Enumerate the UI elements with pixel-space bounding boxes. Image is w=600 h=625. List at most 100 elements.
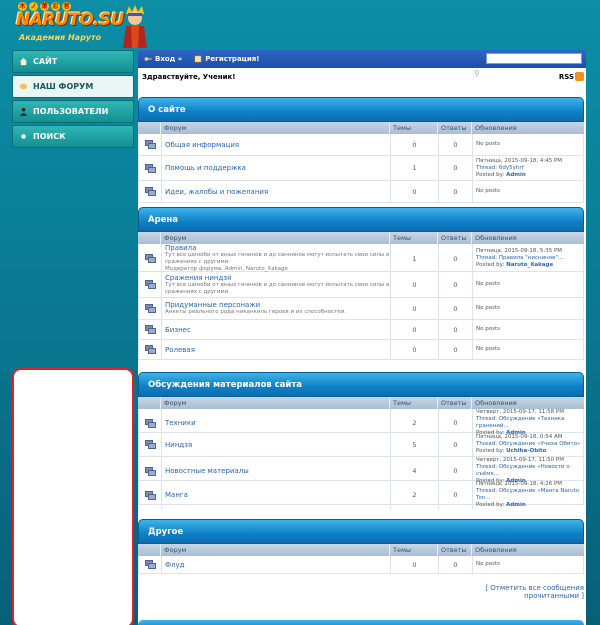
forum-status-icon [144, 466, 156, 476]
column-replies: Ответы [437, 544, 471, 556]
forum-category: Другое Форум Темы Ответы Обновления Флуд… [138, 519, 584, 574]
last-post-info: Пятница, 2015-09-18, 4:45 PM Thread: 6dy… [472, 156, 585, 180]
replies-count: 0 [438, 134, 472, 155]
forum-row: Бизнес 0 0 No posts [138, 320, 584, 340]
topics-count: 0 [390, 340, 438, 359]
forum-link[interactable]: Придуманные персонажи [165, 301, 390, 309]
topics-count: 0 [390, 298, 438, 319]
no-posts-text: No posts [476, 188, 500, 194]
search-input[interactable] [486, 53, 582, 64]
rss-icon[interactable] [575, 72, 584, 81]
topics-count: 0 [390, 556, 438, 573]
last-post-date: Пятница, 2015-09-18, 4:26 PM [476, 481, 563, 487]
forum-status-icon [144, 163, 156, 173]
search-icon [21, 134, 26, 139]
column-headers: Форум Темы Ответы Обновления [138, 397, 584, 409]
last-post-thread[interactable]: Thread: 6dy5yhrf [476, 165, 585, 172]
replies-count: 0 [438, 244, 472, 273]
last-post-info: Пятница, 2015-09-18, 0:54 AM Thread: Обс… [472, 433, 585, 456]
last-post-info: No posts [472, 298, 585, 319]
category-title[interactable]: Другое [138, 519, 584, 544]
column-replies: Ответы [437, 397, 471, 409]
nav-item-label: ПОЛЬЗОВАТЕЛИ [33, 107, 109, 116]
replies-count: 0 [438, 340, 472, 359]
forum-link[interactable]: Флуд [165, 561, 390, 569]
last-post-thread[interactable]: Thread: Обсуждение «Учиха Обито» [476, 441, 585, 448]
forum-link[interactable]: Общая информация [165, 141, 390, 149]
last-post-info: No posts [472, 556, 585, 573]
last-post-info: No posts [472, 181, 585, 202]
category-title[interactable]: О сайте [138, 97, 584, 122]
last-post-author[interactable]: Admin [506, 172, 526, 178]
column-headers: Форум Темы Ответы Обновления [138, 232, 584, 244]
forum-row: Сражения ниндзя Тут все шиноби от юных г… [138, 272, 584, 298]
topics-count: 2 [390, 481, 438, 509]
last-post-author[interactable]: Naruto_Xakage [506, 262, 553, 268]
forum-row: Помощь и поддержка 1 0 Пятница, 2015-09-… [138, 156, 584, 181]
last-post-author[interactable]: Admin [506, 502, 526, 508]
replies-count: 0 [438, 433, 472, 456]
forum-link[interactable]: Ролевая [165, 346, 390, 354]
nav-item-search[interactable]: ПОИСК [12, 125, 134, 148]
column-headers: Форум Темы Ответы Обновления [138, 122, 584, 134]
site-logo[interactable]: 木ノ葉忍者 NARUTO.SU Академия Наруто [16, 2, 147, 48]
forum-link[interactable]: Помощь и поддержка [165, 164, 390, 172]
category-title[interactable]: Арена [138, 207, 584, 232]
column-forum: Форум [160, 122, 389, 134]
forum-row: Идеи, жалобы и пожелания 0 0 No posts [138, 181, 584, 203]
forum-status-icon [144, 325, 156, 334]
nav-item-forum[interactable]: НАШ ФОРУМ [12, 75, 134, 98]
topics-count: 0 [390, 320, 438, 339]
magnifier-icon[interactable]: ⚲ [474, 69, 480, 78]
no-posts-text: No posts [476, 561, 500, 567]
column-forum: Форум [160, 397, 389, 409]
replies-count: 0 [438, 556, 472, 573]
column-updates: Обновления [471, 544, 584, 556]
forum-link[interactable]: Манга [165, 491, 390, 499]
logo-title: NARUTO.SU [16, 10, 124, 30]
forum-link[interactable]: Сражения ниндзя [165, 274, 390, 282]
sidebar-blank-panel [12, 368, 134, 625]
naruto-character-icon [123, 5, 147, 48]
topics-count: 0 [390, 134, 438, 155]
forum-status-icon [144, 304, 156, 313]
rss-link[interactable]: RSS [559, 73, 574, 81]
sidebar-nav: САЙТ НАШ ФОРУМ ПОЛЬЗОВАТЕЛИ ПОИСК [12, 50, 134, 150]
forum-link[interactable]: Новостные материалы [165, 467, 390, 475]
nav-item-label: ПОИСК [33, 132, 66, 141]
forum-row: Техники 2 0 Четверг, 2015-09-17, 11:58 P… [138, 409, 585, 437]
forum-category: Обсуждения материалов сайта Форум Темы О… [138, 372, 585, 509]
login-link[interactable]: Вход » [144, 55, 182, 63]
forum-status-icon [144, 280, 156, 289]
no-posts-text: No posts [476, 305, 500, 311]
category-title[interactable]: Обсуждения материалов сайта [138, 372, 584, 397]
forum-link[interactable]: Бизнес [165, 326, 390, 334]
register-link[interactable]: Регистрация! [194, 55, 259, 63]
forum-status-icon [144, 418, 156, 428]
last-post-thread[interactable]: Thread: Правила "ниснинов"... [476, 255, 585, 262]
nav-item-users[interactable]: ПОЛЬЗОВАТЕЛИ [12, 100, 134, 123]
register-icon [194, 55, 202, 63]
last-post-date: Четверг, 2015-09-17, 11:50 PM [476, 457, 564, 463]
forum-row: Правила Тут все шиноби от юных генинов и… [138, 244, 585, 273]
last-post-author[interactable]: Uchiha-Obito [506, 448, 546, 454]
nav-item-site[interactable]: САЙТ [12, 50, 134, 73]
forum-link[interactable]: Идеи, жалобы и пожелания [165, 188, 390, 196]
last-post-thread[interactable]: Thread: Обсуждение «Техника гранений... [476, 416, 585, 430]
column-forum: Форум [160, 232, 389, 244]
forum-link[interactable]: Правила [165, 244, 390, 252]
mark-all-read-link[interactable]: [ Отметить все сообщения прочитанными ] [438, 584, 584, 600]
forum-category: Арена Форум Темы Ответы Обновления Прави… [138, 207, 584, 360]
forum-main: Вход » Регистрация! Здравствуйте, Ученик… [138, 50, 586, 625]
column-updates: Обновления [471, 232, 584, 244]
replies-count: 0 [438, 272, 472, 297]
topics-count: 1 [390, 244, 438, 273]
forum-link[interactable]: Ниндзя [165, 441, 390, 449]
last-post-thread[interactable]: Thread: Обсуждение «Манга Naruto Ton... [476, 488, 585, 502]
greeting-row: Здравствуйте, Ученик! ⚲ RSS [138, 68, 586, 84]
last-post-thread[interactable]: Thread: Обсуждение «Новости о съёмк... [476, 464, 585, 478]
topics-count: 0 [390, 272, 438, 297]
forum-link[interactable]: Техники [165, 419, 390, 427]
last-post-info: No posts [472, 134, 585, 155]
nav-item-label: НАШ ФОРУМ [33, 82, 94, 91]
